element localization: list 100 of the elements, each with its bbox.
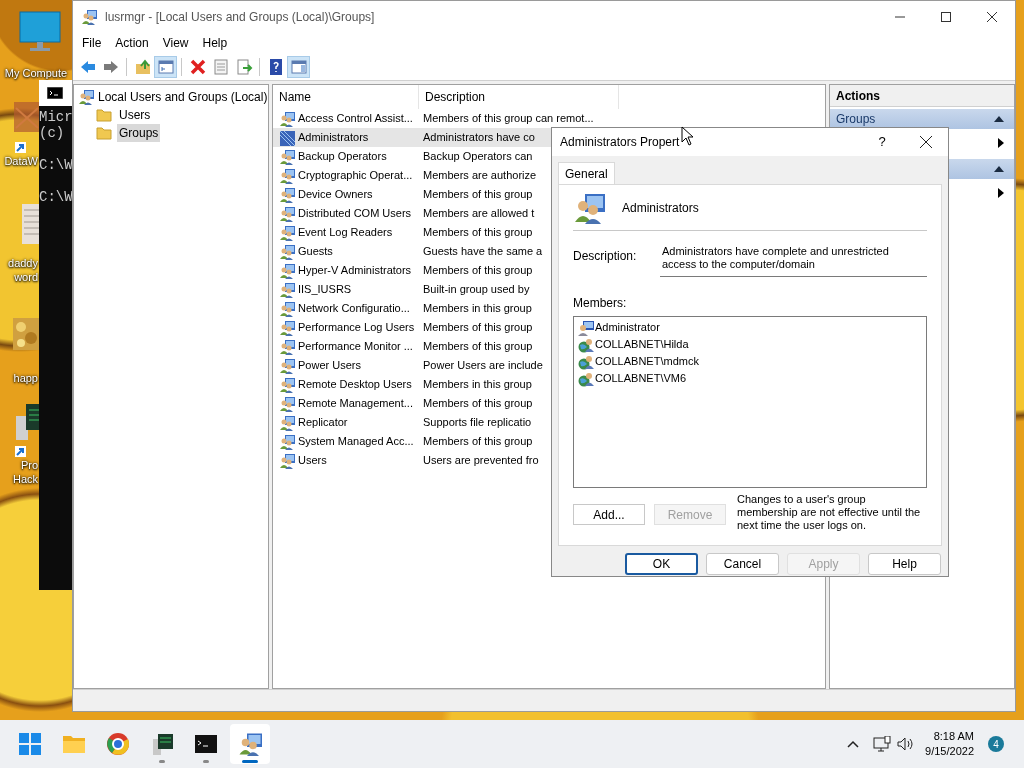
- group-icon: [279, 205, 295, 222]
- table-cell-text: Users are prevented fro: [422, 453, 539, 469]
- icon-label: Hack: [12, 472, 38, 486]
- group-icon: [279, 186, 295, 203]
- user-computer-icon: [578, 319, 594, 336]
- clock[interactable]: 8:18 AM 9/15/2022: [925, 729, 974, 759]
- table-cell-text: Guests have the same a: [422, 244, 543, 260]
- table-cell-text: Network Configuratio...: [298, 301, 410, 317]
- list-item[interactable]: Administrator: [595, 319, 660, 336]
- icon-label: My Compute: [4, 66, 68, 80]
- table-cell-text: Power Users are include: [422, 358, 543, 374]
- table-cell-text: Performance Monitor ...: [298, 339, 413, 355]
- user-globe-icon: [578, 336, 594, 353]
- table-cell-text: Administrators have co: [422, 130, 535, 146]
- table-cell-text: Members of this group: [422, 339, 533, 355]
- delete-icon: [188, 57, 207, 76]
- console-text: C:\W: [39, 157, 72, 173]
- menu-item[interactable]: Help: [195, 34, 235, 52]
- dialog-button[interactable]: OK: [625, 553, 698, 575]
- table-cell-text: Members in this group: [422, 301, 532, 317]
- submenu-arrow-icon[interactable]: [998, 188, 1004, 198]
- icon-label: DataW: [4, 154, 38, 168]
- table-cell-text: Cryptographic Operat...: [298, 168, 413, 184]
- table-cell-text: Members of this group: [422, 396, 533, 412]
- submenu-arrow-icon[interactable]: [998, 138, 1004, 148]
- terminal-icon: [47, 87, 63, 99]
- group-icon: [279, 395, 295, 412]
- browser-icon: [104, 730, 132, 758]
- group-icon: [279, 357, 295, 374]
- group-icon: [279, 262, 295, 279]
- chevron-up-icon[interactable]: [847, 740, 860, 748]
- group-icon: [279, 224, 295, 241]
- table-cell-text: Power Users: [298, 358, 361, 374]
- field-label: Members:: [573, 295, 628, 312]
- table-cell-text: Members of this group can remot...: [422, 111, 594, 127]
- console-text: Micr: [39, 109, 72, 125]
- group-icon: [279, 110, 295, 127]
- user-globe-icon: [578, 353, 594, 370]
- table-cell-text: Backup Operators can: [422, 149, 533, 165]
- dialog-button[interactable]: Help: [868, 553, 941, 575]
- list-item[interactable]: COLLABNET\mdmck: [595, 353, 699, 370]
- help-button[interactable]: ?: [860, 128, 904, 156]
- group-icon: [279, 129, 295, 146]
- icon-label: happ: [13, 371, 38, 385]
- table-cell-text: Guests: [298, 244, 333, 260]
- close-icon: [987, 12, 997, 22]
- export-icon: [234, 57, 253, 76]
- section-header[interactable]: Groups: [830, 109, 1014, 129]
- tree-item[interactable]: Users: [117, 106, 153, 124]
- table-cell-text: Built-in group used by: [422, 282, 530, 298]
- group-icon: [279, 376, 295, 393]
- time-text: 8:18 AM: [933, 729, 974, 744]
- table-cell-text: Members of this group: [422, 187, 533, 203]
- list-item[interactable]: COLLABNET\Hilda: [595, 336, 689, 353]
- menu-item[interactable]: Action: [108, 34, 156, 52]
- members-list[interactable]: Administrator COLLABNET\Hilda COLLABNET\mdmck COLLABNET\VM6: [573, 316, 927, 488]
- maximize-icon: [941, 12, 951, 22]
- group-icon: [279, 167, 295, 184]
- dialog-button[interactable]: Cancel: [706, 553, 779, 575]
- network-icon[interactable]: [873, 736, 892, 752]
- group-icon: [279, 414, 295, 431]
- console-text: C:\W: [39, 189, 72, 205]
- notification-badge[interactable]: 4: [988, 736, 1004, 752]
- users-icon: [573, 191, 605, 224]
- icon-label: daddy: [8, 256, 38, 270]
- table-cell-text: Device Owners: [298, 187, 373, 203]
- table-cell-text: Members of this group: [422, 320, 533, 336]
- menu-item[interactable]: View: [155, 34, 196, 52]
- group-icon: [279, 433, 295, 450]
- group-icon: [279, 452, 295, 469]
- user-globe-icon: [578, 370, 594, 387]
- date-text: 9/15/2022: [925, 744, 974, 759]
- table-cell-text: Replicator: [298, 415, 348, 431]
- toolbar-button[interactable]: [154, 55, 177, 78]
- pane-title: Actions: [830, 85, 1014, 107]
- tab[interactable]: General: [558, 162, 615, 184]
- table-row[interactable]: Access Control Assist... Members of this group can remot...: [273, 109, 625, 128]
- tree-pane-icon: [156, 57, 175, 76]
- users-icon: [78, 89, 94, 105]
- table-cell-text: IIS_IUSRS: [298, 282, 352, 298]
- volume-icon[interactable]: [897, 736, 916, 752]
- member-button[interactable]: Add...: [573, 504, 645, 525]
- table-cell-text: Performance Log Users: [298, 320, 415, 336]
- window-title: lusrmgr - [Local Users and Groups (Local)\Groups]: [105, 9, 376, 26]
- tree-item[interactable]: Local Users and Groups (Local): [98, 88, 268, 106]
- table-cell-text: Supports file replicatio: [422, 415, 532, 431]
- tree-item[interactable]: Groups: [117, 124, 161, 142]
- folder-up-icon: [133, 57, 152, 76]
- table-cell-text: Users: [298, 453, 327, 469]
- table-cell-text: System Managed Acc...: [298, 434, 414, 450]
- icon-label: word: [14, 270, 38, 284]
- toolbar-button[interactable]: [287, 55, 310, 78]
- menu-item[interactable]: File: [75, 34, 109, 52]
- table-cell-text: Remote Management...: [298, 396, 413, 412]
- column-header[interactable]: Name: [273, 85, 419, 109]
- table-cell-text: Backup Operators: [298, 149, 387, 165]
- column-header[interactable]: Description: [419, 85, 619, 109]
- actions-pane-icon: [289, 57, 308, 76]
- table-cell-text: Members are allowed t: [422, 206, 535, 222]
- list-item[interactable]: COLLABNET\VM6: [595, 370, 687, 387]
